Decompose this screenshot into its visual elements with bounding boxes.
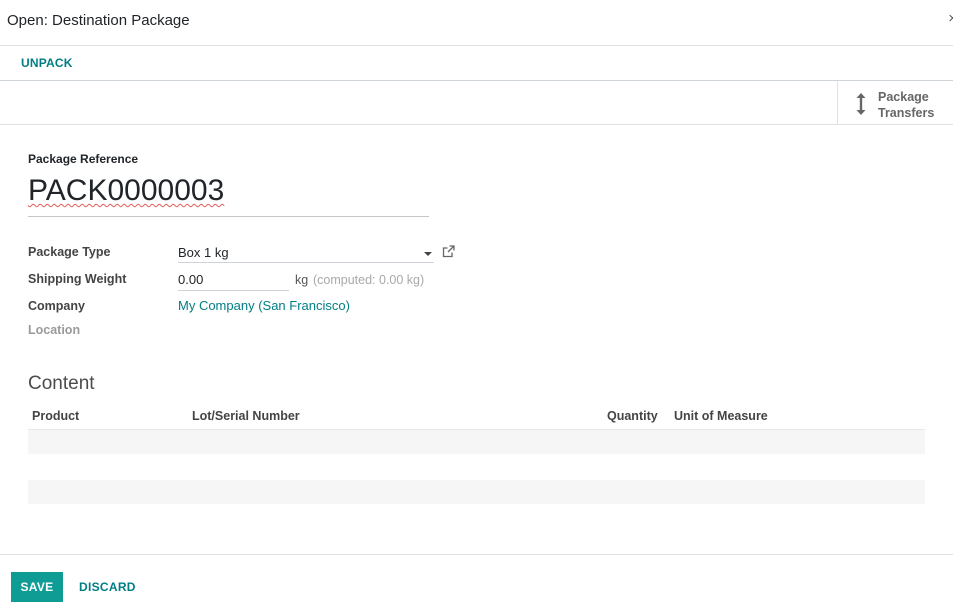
button-box: Package Transfers (0, 81, 953, 125)
save-button[interactable]: SAVE (11, 572, 63, 602)
package-reference-label: Package Reference (28, 152, 139, 166)
package-reference-input[interactable]: PACK0000003 (28, 171, 429, 217)
shipping-weight-computed: (computed: 0.00 kg) (313, 273, 425, 287)
shipping-weight-input[interactable]: 0.00 (178, 272, 289, 291)
column-unit-of-measure[interactable]: Unit of Measure (674, 409, 768, 423)
content-section-title: Content (28, 373, 95, 394)
package-type-select[interactable]: Box 1 kg (178, 245, 434, 263)
unpack-button[interactable]: UNPACK (21, 56, 73, 70)
table-header: Product Lot/Serial Number Quantity Unit … (28, 405, 925, 430)
discard-button[interactable]: DISCARD (79, 580, 136, 594)
shipping-weight-unit: kg (295, 273, 309, 287)
package-transfers-label-line2: Transfers (878, 106, 935, 120)
package-reference-value: PACK0000003 (28, 174, 225, 207)
column-product[interactable]: Product (32, 409, 79, 423)
company-link[interactable]: My Company (San Francisco) (178, 298, 350, 313)
package-type-value: Box 1 kg (178, 245, 229, 260)
package-type-label: Package Type (28, 245, 111, 259)
table-row (28, 480, 925, 504)
column-lot-serial[interactable]: Lot/Serial Number (192, 409, 300, 423)
content-table: Product Lot/Serial Number Quantity Unit … (28, 405, 925, 504)
package-transfers-label-line1: Package (878, 90, 929, 104)
location-label: Location (28, 323, 81, 337)
chevron-down-icon[interactable] (424, 252, 432, 256)
arrows-v-icon (856, 93, 866, 115)
form-statusbar: UNPACK (0, 46, 953, 81)
column-quantity[interactable]: Quantity (607, 409, 658, 423)
package-transfers-button[interactable]: Package Transfers (837, 81, 953, 124)
dialog-footer: SAVE DISCARD (0, 554, 953, 605)
table-row (28, 430, 925, 454)
close-icon[interactable]: × (948, 10, 953, 27)
shipping-weight-label: Shipping Weight (28, 272, 127, 286)
package-transfers-label: Package Transfers (878, 89, 934, 121)
dialog-header: Open: Destination Package × (0, 0, 953, 46)
dialog-title: Open: Destination Package (7, 12, 190, 29)
company-label: Company (28, 299, 85, 313)
external-link-icon[interactable] (442, 245, 455, 258)
